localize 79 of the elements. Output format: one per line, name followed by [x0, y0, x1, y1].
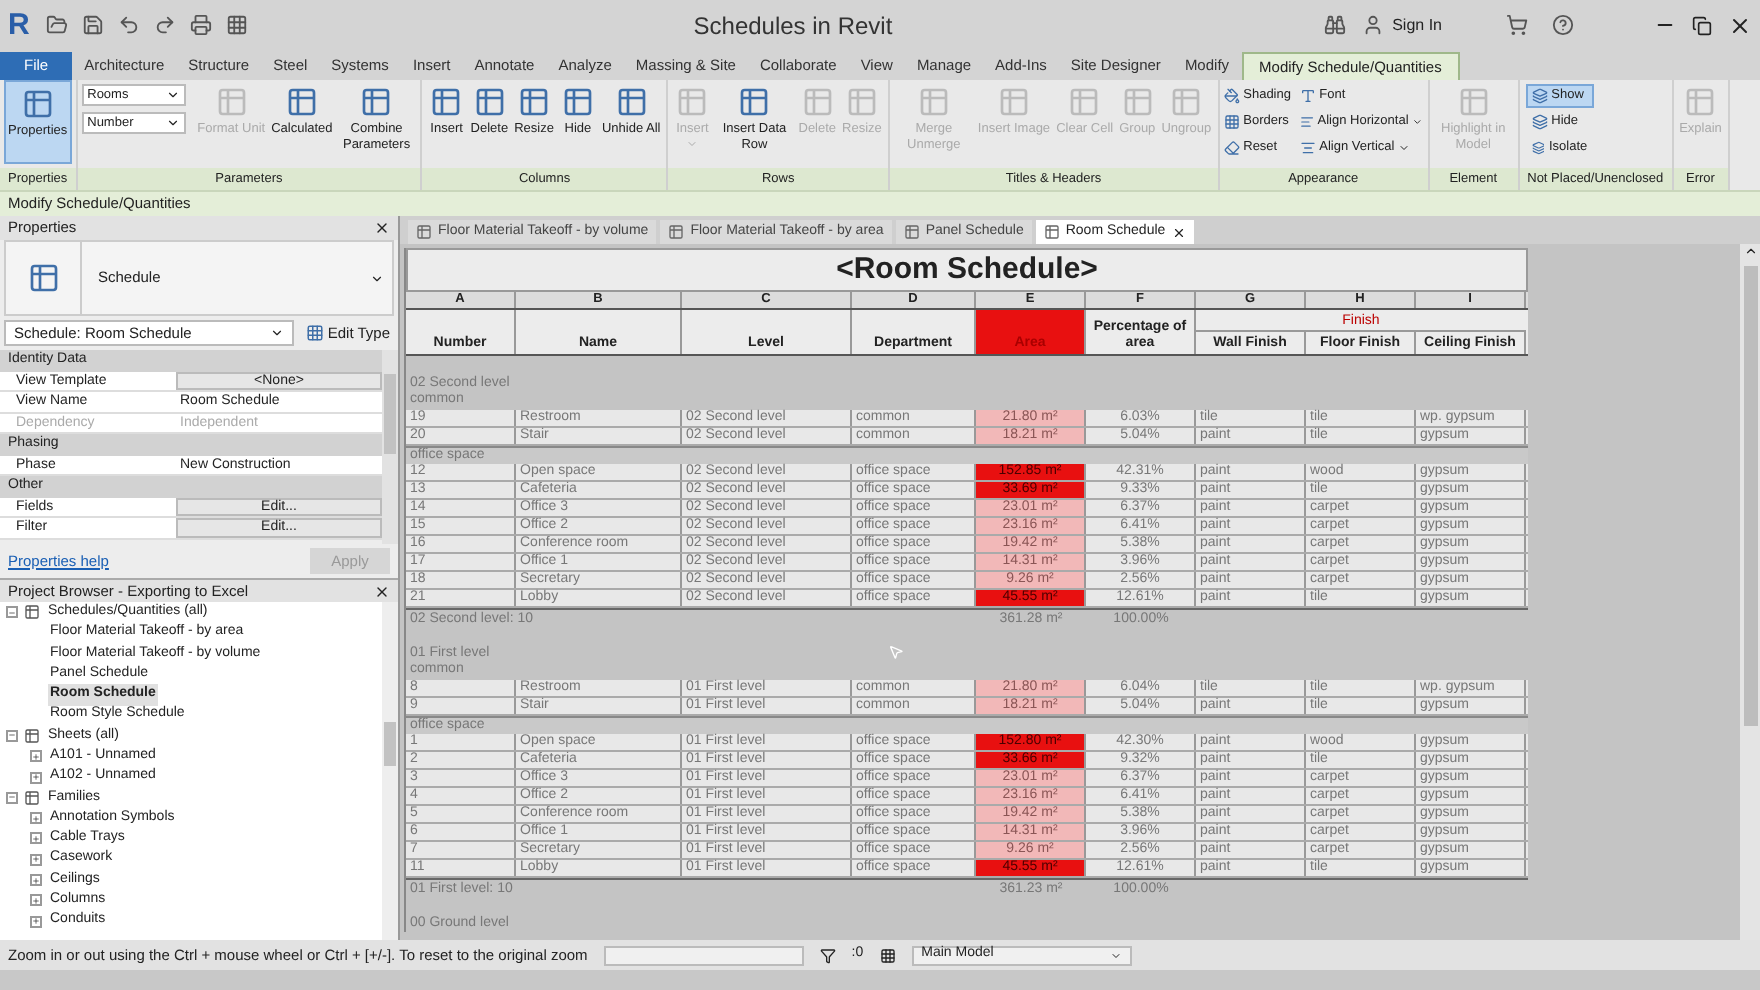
table-icon — [561, 86, 594, 118]
user-icon — [1362, 14, 1385, 36]
collapse-icon[interactable] — [6, 791, 18, 804]
collapse-icon[interactable] — [6, 606, 18, 619]
table-icon — [845, 86, 878, 118]
table-icon — [473, 86, 506, 118]
layers-icon — [1531, 140, 1545, 156]
table-icon — [360, 86, 393, 118]
table-icon — [997, 86, 1030, 118]
table-icon — [676, 86, 709, 118]
caret-icon — [1398, 141, 1411, 153]
caret-icon — [1109, 949, 1122, 961]
table-icon — [1457, 86, 1490, 118]
caret-icon — [1412, 115, 1424, 127]
close-icon[interactable] — [374, 220, 390, 236]
format-icon — [1223, 113, 1240, 129]
grid-icon[interactable] — [879, 947, 896, 963]
format-icon — [1299, 113, 1314, 129]
mouse-pointer-icon — [888, 644, 904, 660]
schedule-icon — [416, 224, 432, 240]
close-icon[interactable] — [1171, 225, 1186, 239]
table-icon — [215, 86, 248, 118]
expand-icon[interactable] — [30, 812, 42, 825]
expand-icon[interactable] — [30, 771, 42, 784]
layers-icon — [1531, 114, 1548, 130]
layers-icon — [1531, 88, 1548, 104]
toolbar-icon[interactable] — [81, 14, 104, 36]
caret-icon — [370, 271, 384, 285]
format-icon — [1299, 87, 1316, 103]
window-title: Schedules in Revit — [693, 11, 893, 39]
cart-icon[interactable] — [1506, 14, 1528, 36]
expand-icon[interactable] — [30, 750, 42, 763]
schedule-icon — [1043, 224, 1060, 240]
table-icon — [430, 86, 463, 118]
schedule-icon — [903, 224, 920, 240]
table-icon — [1068, 86, 1101, 118]
table-icon — [1121, 86, 1154, 118]
expand-icon[interactable] — [30, 915, 42, 928]
scroll-up-icon[interactable] — [1743, 244, 1757, 258]
table-icon — [21, 88, 54, 120]
expand-icon[interactable] — [30, 894, 42, 907]
expand-icon[interactable] — [30, 853, 42, 866]
table-icon — [1170, 86, 1203, 118]
filter-icon[interactable] — [819, 947, 836, 963]
toolbar-icon[interactable] — [153, 14, 176, 36]
toolbar-icon[interactable] — [189, 14, 212, 36]
table-icon — [615, 86, 648, 118]
grid-icon — [305, 324, 324, 342]
table-icon — [738, 86, 771, 118]
table-icon — [285, 86, 318, 118]
restore-icon[interactable] — [1692, 15, 1712, 35]
scrollbar[interactable] — [382, 602, 398, 940]
table-icon — [1684, 86, 1717, 118]
format-icon — [1223, 139, 1240, 155]
workset-field[interactable] — [603, 945, 804, 965]
schedule-icon — [27, 262, 59, 294]
close-icon[interactable] — [374, 583, 390, 599]
collapse-icon[interactable] — [6, 729, 18, 742]
sign-in-link[interactable]: Sign In — [1392, 13, 1442, 37]
table-icon — [917, 86, 950, 118]
scrollbar[interactable] — [1740, 244, 1760, 940]
format-icon — [1299, 139, 1316, 155]
help-icon[interactable] — [1552, 14, 1574, 36]
search-icon[interactable] — [1324, 14, 1347, 36]
schedule-icon — [668, 224, 685, 240]
toolbar-icon[interactable] — [45, 14, 68, 36]
expand-icon[interactable] — [30, 874, 42, 886]
close-icon[interactable] — [1728, 13, 1752, 37]
scrollbar[interactable] — [382, 350, 398, 544]
app-logo: R — [8, 10, 30, 40]
schedule-title: <Room Schedule> — [836, 249, 1098, 290]
format-icon — [1223, 87, 1240, 103]
table-icon — [801, 86, 834, 118]
caret-icon — [269, 326, 284, 340]
caret-icon — [686, 137, 699, 149]
toolbar-icon[interactable] — [225, 14, 248, 36]
expand-icon[interactable] — [30, 832, 42, 845]
table-icon — [518, 86, 551, 118]
toolbar-icon[interactable] — [117, 14, 140, 36]
